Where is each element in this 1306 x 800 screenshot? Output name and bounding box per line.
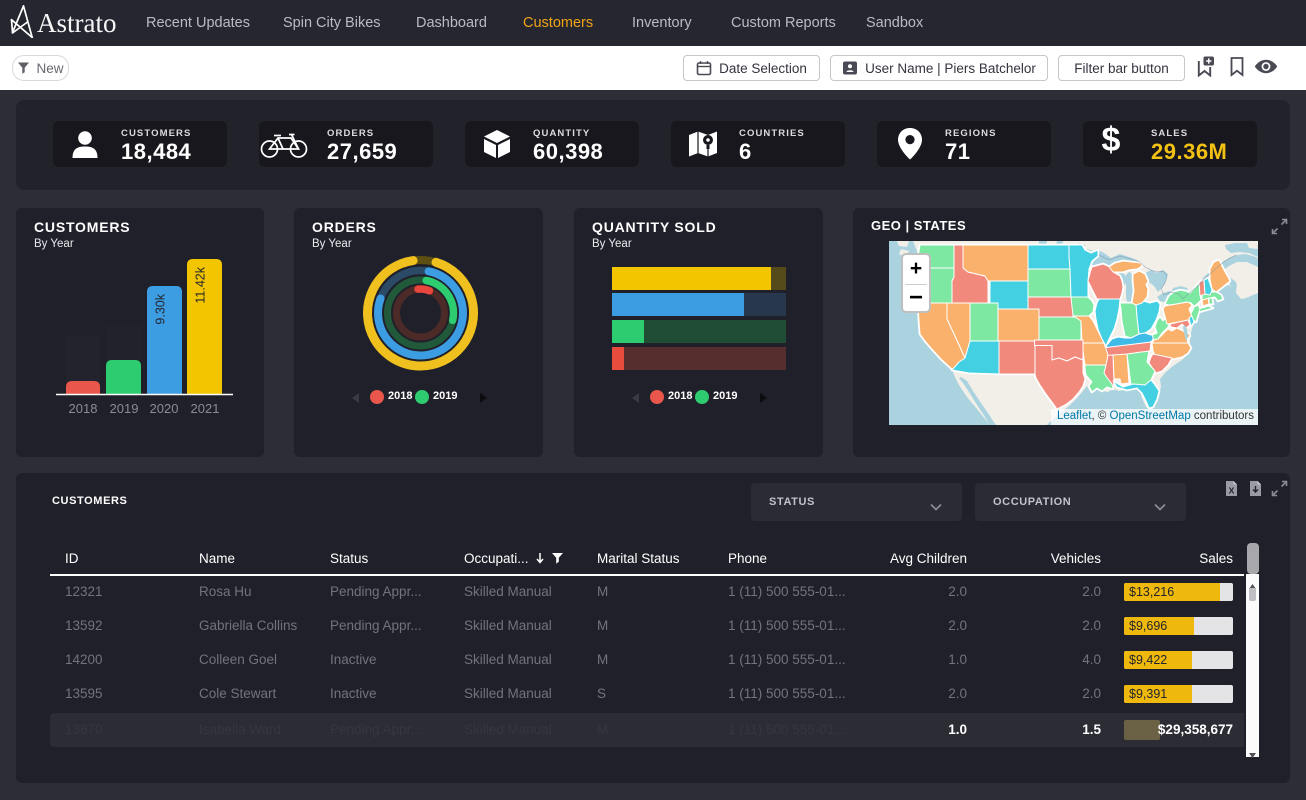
svg-text:2020: 2020 — [150, 401, 179, 416]
svg-text:2021: 2021 — [191, 401, 220, 416]
svg-text:X: X — [1229, 486, 1235, 496]
svg-text:2018: 2018 — [69, 401, 98, 416]
svg-text:11.42k: 11.42k — [194, 266, 208, 303]
svg-text:9.30k: 9.30k — [154, 293, 168, 324]
svg-text:2019: 2019 — [110, 401, 139, 416]
